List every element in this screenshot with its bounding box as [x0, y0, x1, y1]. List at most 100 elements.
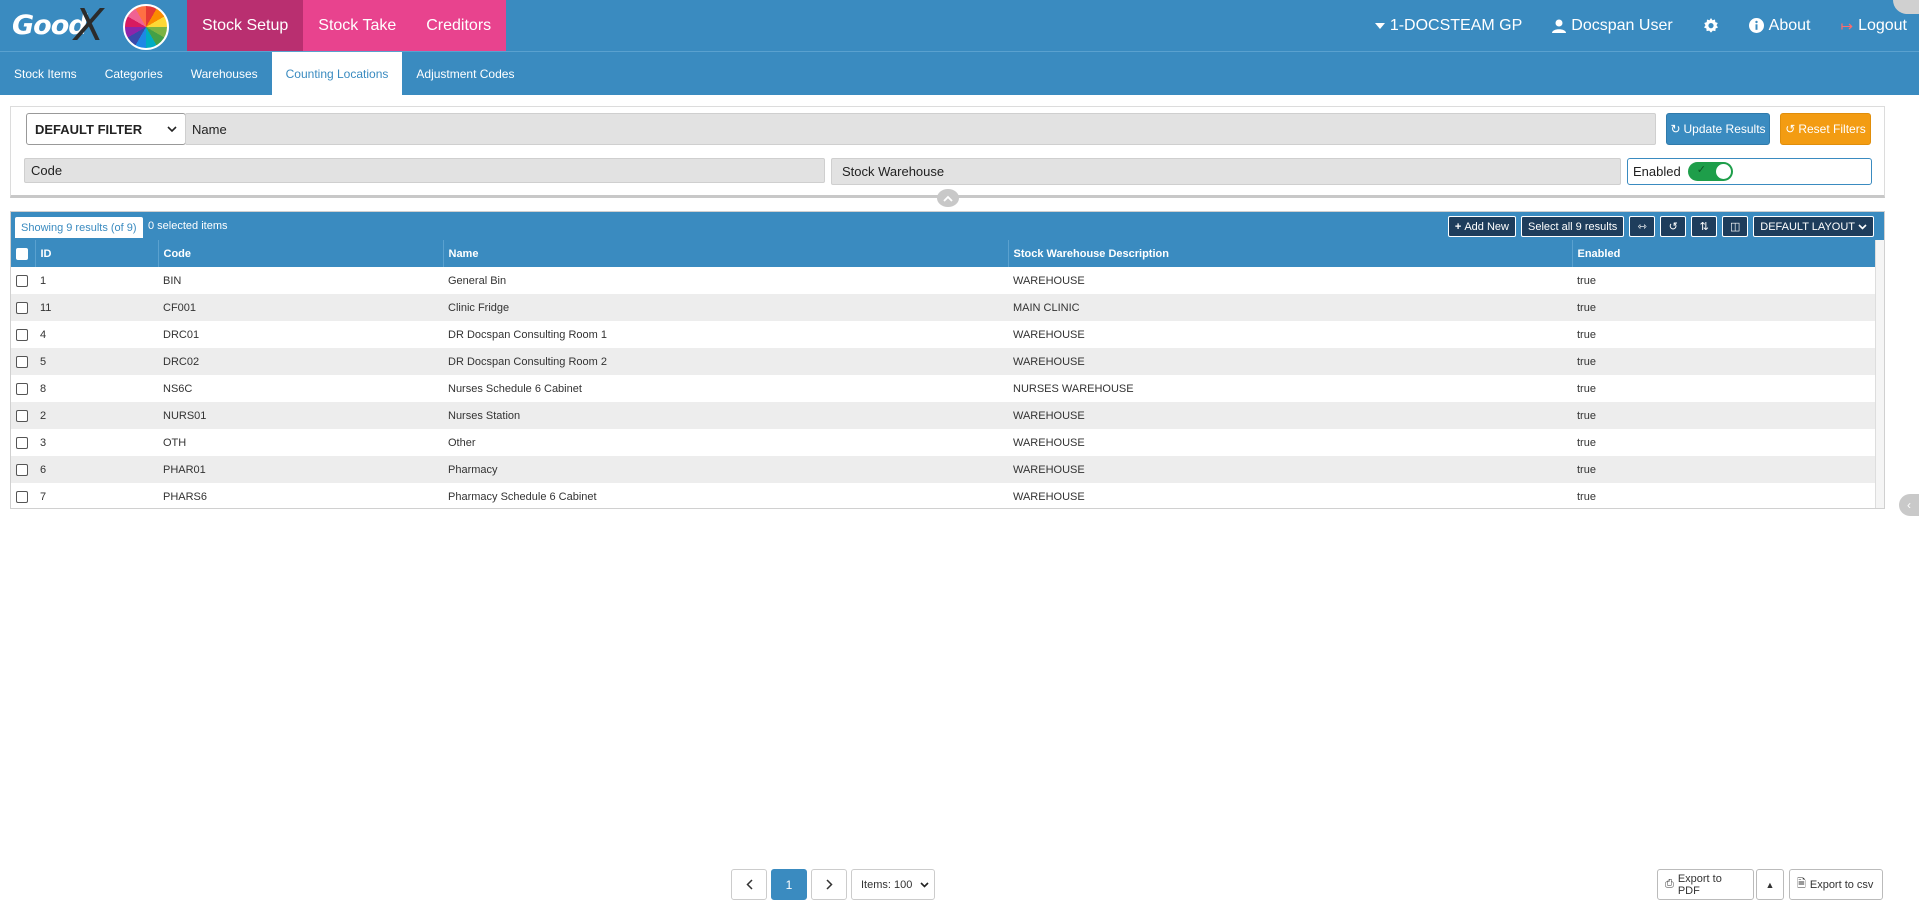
row-checkbox-cell [11, 483, 35, 510]
code-filter-placeholder: Code [31, 163, 63, 178]
enabled-toggle[interactable]: ✓ [1687, 162, 1733, 181]
undo-icon: ↺ [1668, 221, 1678, 233]
user-label: Docspan User [1571, 16, 1673, 34]
columns-button[interactable]: ◫ [1722, 216, 1749, 237]
next-page-button[interactable] [811, 869, 847, 900]
tab-warehouses[interactable]: Warehouses [177, 52, 272, 95]
about-button[interactable]: About [1748, 17, 1810, 35]
settings-button[interactable] [1703, 17, 1719, 34]
top-navbar: Good X Stock Setup Stock Take Creditors … [0, 0, 1919, 51]
cell-code: DRC02 [163, 355, 200, 368]
cell-warehouse: WAREHOUSE [1013, 328, 1085, 341]
columns-icon: ◫ [1730, 221, 1741, 233]
filter-select[interactable]: DEFAULT FILTER [26, 113, 186, 145]
sort-button[interactable]: ⇅ [1691, 216, 1718, 237]
row-checkbox[interactable] [16, 355, 28, 368]
export-csv-button[interactable]: 🗎 Export to csv [1789, 869, 1883, 900]
tab-stock-items[interactable]: Stock Items [0, 52, 91, 95]
row-checkbox-cell [11, 294, 35, 321]
cell-enabled: true [1577, 355, 1596, 368]
cell-name: Pharmacy [448, 463, 498, 476]
column-header-id[interactable]: ID [34, 240, 158, 267]
results-grid: Showing 9 results (of 9) 0 selected item… [10, 211, 1885, 509]
enabled-filter-label: Enabled [1633, 164, 1681, 179]
table-row[interactable]: 11 CF001 Clinic Fridge MAIN CLINIC true [11, 294, 1877, 321]
practice-dropdown[interactable]: 1-DOCSTEAM GP [1374, 17, 1522, 35]
cell-code: OTH [163, 436, 187, 449]
nav-stock-setup[interactable]: Stock Setup [187, 0, 304, 51]
info-icon [1748, 18, 1764, 33]
cell-enabled: true [1577, 490, 1596, 503]
cell-enabled: true [1577, 409, 1596, 422]
nav-stock-take[interactable]: Stock Take [303, 0, 412, 51]
goodx-logo[interactable]: Good X [10, 2, 175, 50]
table-row[interactable]: 6 PHAR01 Pharmacy WAREHOUSE true [11, 456, 1877, 483]
row-checkbox[interactable] [16, 301, 28, 314]
tab-counting-locations[interactable]: Counting Locations [271, 52, 403, 95]
arrows-horizontal-icon: ⇿ [1637, 221, 1647, 233]
table-row[interactable]: 8 NS6C Nurses Schedule 6 Cabinet NURSES WAR… [11, 375, 1877, 402]
cell-id: 11 [40, 301, 52, 314]
fit-columns-button[interactable]: ⇿ [1629, 216, 1656, 237]
grid-actions: + Add New Select all 9 results ⇿ ↺ ⇅ ◫ D… [1447, 216, 1874, 237]
items-per-page-value: Items: 100 [861, 878, 913, 891]
name-filter-input[interactable]: Name [185, 113, 1656, 145]
table-row[interactable]: 3 OTH Other WAREHOUSE true [11, 429, 1877, 456]
row-checkbox[interactable] [16, 490, 28, 503]
tab-categories[interactable]: Categories [91, 52, 177, 95]
export-pdf-button[interactable]: ⎙ Export to PDF [1657, 869, 1754, 900]
table-row[interactable]: 1 BIN General Bin WAREHOUSE true [11, 267, 1877, 294]
table-row[interactable]: 7 PHARS6 Pharmacy Schedule 6 Cabinet WAREHO… [11, 483, 1877, 510]
reset-grid-button[interactable]: ↺ [1660, 216, 1687, 237]
select-all-checkbox-cell [11, 240, 35, 267]
page-button[interactable]: 1 [771, 869, 807, 900]
nav-creditors[interactable]: Creditors [411, 0, 507, 51]
sort-icon: ⇅ [1699, 221, 1709, 233]
table-row[interactable]: 5 DRC02 DR Docspan Consulting Room 2 WAREHO… [11, 348, 1877, 375]
row-checkbox[interactable] [16, 274, 28, 287]
cell-id: 7 [40, 490, 47, 503]
row-checkbox[interactable] [16, 328, 28, 341]
row-checkbox[interactable] [16, 463, 28, 476]
cell-id: 6 [40, 463, 47, 476]
items-per-page-select[interactable]: Items: 100 [851, 869, 935, 900]
cell-name: Nurses Schedule 6 Cabinet [448, 382, 582, 395]
tab-adjustment-codes[interactable]: Adjustment Codes [402, 52, 528, 95]
printer-icon: ⎙ [1665, 878, 1674, 890]
update-results-button[interactable]: ↻ Update Results [1666, 113, 1770, 145]
table-row[interactable]: 2 NURS01 Nurses Station WAREHOUSE true [11, 402, 1877, 429]
side-panel-handle[interactable]: ‹ [1899, 494, 1919, 516]
row-checkbox[interactable] [16, 382, 28, 395]
column-header-warehouse[interactable]: Stock Warehouse Description [1007, 240, 1572, 267]
selected-count: 0 selected items [148, 220, 228, 232]
cell-warehouse: WAREHOUSE [1013, 355, 1085, 368]
column-header-enabled[interactable]: Enabled [1571, 240, 1877, 267]
cell-code: BIN [163, 274, 182, 287]
reset-filters-button[interactable]: ↺ Reset Filters [1780, 113, 1871, 145]
row-checkbox[interactable] [16, 436, 28, 449]
filter-select-value: DEFAULT FILTER [35, 121, 143, 137]
cell-code: CF001 [163, 301, 197, 314]
export-options-button[interactable]: ▲ [1756, 869, 1784, 900]
cell-enabled: true [1577, 436, 1596, 449]
collapse-filters-button[interactable] [937, 189, 959, 207]
plus-icon: + [1454, 220, 1462, 233]
select-all-button[interactable]: Select all 9 results [1520, 216, 1625, 237]
prev-page-button[interactable] [731, 869, 767, 900]
row-checkbox-cell [11, 267, 35, 294]
layout-dropdown[interactable]: DEFAULT LAYOUT [1753, 216, 1874, 237]
user-menu[interactable]: Docspan User [1552, 16, 1673, 35]
column-header-code[interactable]: Code [157, 240, 443, 267]
column-header-name[interactable]: Name [442, 240, 1008, 267]
code-filter-input[interactable]: Code [24, 158, 825, 183]
logout-label: Logout [1858, 16, 1907, 34]
logout-button[interactable]: ↦ Logout [1840, 17, 1907, 35]
add-new-button[interactable]: + Add New [1447, 216, 1516, 237]
cell-enabled: true [1577, 463, 1596, 476]
user-nav: 1-DOCSTEAM GP Docspan User About ↦ Logou… [1374, 0, 1907, 51]
warehouse-filter-input[interactable]: Stock Warehouse [831, 158, 1621, 185]
table-row[interactable]: 4 DRC01 DR Docspan Consulting Room 1 WAREHO… [11, 321, 1877, 348]
select-all-checkbox[interactable] [16, 247, 28, 260]
grid-scrollbar[interactable] [1875, 240, 1884, 508]
row-checkbox[interactable] [16, 409, 28, 422]
